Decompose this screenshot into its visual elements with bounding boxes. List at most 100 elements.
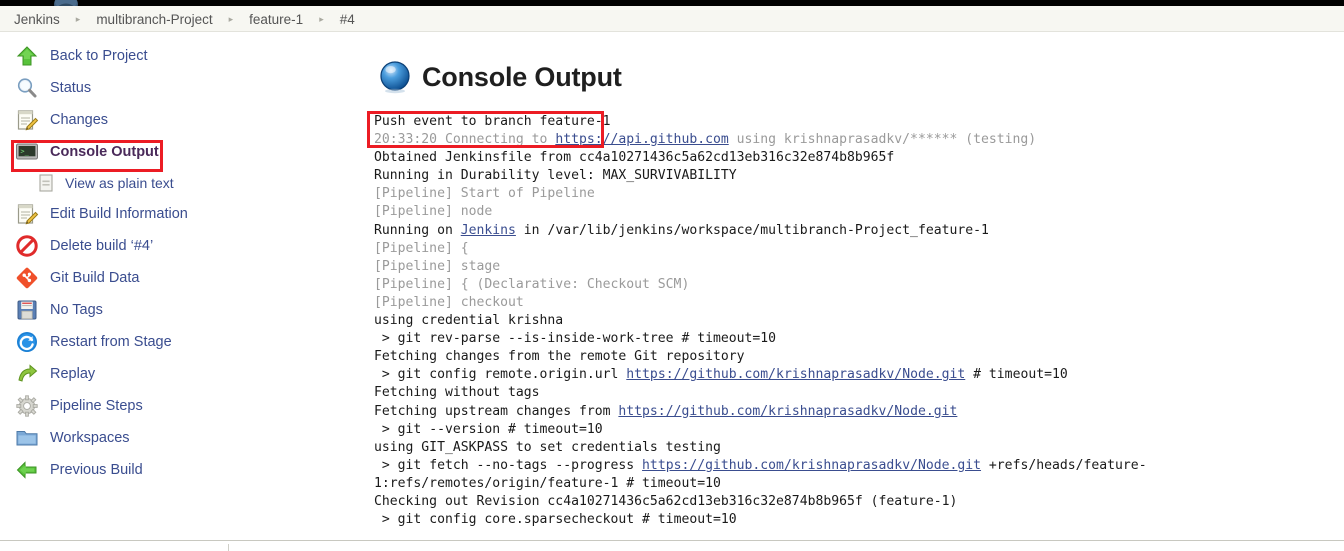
sidebar-item-label: No Tags [50, 302, 103, 318]
console-text: > git rev-parse --is-inside-work-tree # … [374, 331, 777, 347]
blue-ball-icon [378, 60, 412, 94]
breadcrumb: Jenkins ▸ multibranch-Project ▸ feature-… [12, 6, 357, 32]
sidebar-item-label: Console Output [50, 144, 159, 160]
console-text: [Pipeline] Start of Pipeline [374, 186, 595, 202]
console-line: > git --version # timeout=10 [374, 421, 1344, 439]
breadcrumb-item-jenkins[interactable]: Jenkins [12, 12, 62, 27]
sidebar-item-pipeline-steps[interactable]: Pipeline Steps [0, 390, 360, 422]
no-entry-icon [15, 234, 39, 258]
console-line: [Pipeline] { (Declarative: Checkout SCM) [374, 276, 1344, 294]
sidebar-item-no-tags[interactable]: No Tags [0, 294, 360, 326]
sidebar-item-edit-build-information[interactable]: Edit Build Information [0, 198, 360, 230]
console-output-panel: Console Output Push event to branch feat… [370, 55, 1344, 542]
console-text: > git fetch --no-tags --progress [374, 457, 643, 473]
console-text: Checking out Revision cc4a10271436c5a62c… [374, 493, 958, 509]
console-text: [Pipeline] stage [374, 258, 501, 274]
sidebar-item-label: Previous Build [50, 462, 143, 478]
console-link[interactable]: https://github.com/krishnaprasadkv/Node.… [618, 404, 957, 419]
restart-circle-icon [15, 330, 39, 354]
svg-text:>_: >_ [20, 148, 29, 156]
console-output-text: Push event to branch feature-1 20:33:20 … [374, 113, 1344, 529]
console-line: [Pipeline] stage [374, 258, 1344, 276]
floppy-disk-icon [15, 298, 39, 322]
breadcrumb-item-multibranch-project[interactable]: multibranch-Project [94, 12, 214, 27]
console-link[interactable]: Jenkins [461, 223, 516, 238]
console-link[interactable]: https://github.com/krishnaprasadkv/Node.… [626, 367, 965, 382]
magnifier-icon [15, 76, 39, 100]
console-text: Fetching changes from the remote Git rep… [374, 349, 745, 365]
sidebar-item-replay[interactable]: Replay [0, 358, 360, 390]
sidebar-item-git-build-data[interactable]: Git Build Data [0, 262, 360, 294]
gear-icon [15, 394, 39, 418]
console-text: > git --version # timeout=10 [374, 421, 603, 437]
terminal-icon: >_ [15, 140, 39, 164]
sidebar-item-label: Restart from Stage [50, 334, 172, 350]
sidebar-item-label: Pipeline Steps [50, 398, 143, 414]
sidebar-item-changes[interactable]: Changes [0, 104, 360, 136]
console-line: [Pipeline] { [374, 240, 1344, 258]
bottom-divider [0, 540, 1344, 541]
sidebar-item-label: Back to Project [50, 48, 148, 64]
console-text: > git config remote.origin.url [374, 367, 627, 383]
folder-icon [15, 426, 39, 450]
document-icon [36, 173, 56, 193]
sidebar-item-console-output[interactable]: >_ Console Output [0, 136, 360, 168]
console-line: > git rev-parse --is-inside-work-tree # … [374, 330, 1344, 348]
breadcrumb-separator-icon: ▸ [75, 14, 81, 24]
console-line: Obtained Jenkinsfile from cc4a10271436c5… [374, 149, 1344, 167]
console-text: [Pipeline] node [374, 204, 493, 220]
console-text: [Pipeline] checkout [374, 294, 524, 310]
breadcrumb-item-feature-1[interactable]: feature-1 [247, 12, 305, 27]
console-line: Running on Jenkins in /var/lib/jenkins/w… [374, 222, 1344, 240]
console-line: Fetching without tags [374, 384, 1344, 402]
sidebar-item-label: View as plain text [65, 175, 174, 191]
sidebar-item-previous-build[interactable]: Previous Build [0, 454, 360, 486]
console-link[interactable]: https://github.com/krishnaprasadkv/Node.… [642, 458, 981, 473]
sidebar: Back to Project Status Changes >_ Consol… [0, 40, 360, 486]
console-line: Running in Durability level: MAX_SURVIVA… [374, 167, 1344, 185]
sidebar-item-label: Replay [50, 366, 96, 382]
page-title-text: Console Output [422, 61, 622, 92]
console-line: Checking out Revision cc4a10271436c5a62c… [374, 493, 1344, 511]
console-text: [Pipeline] { (Declarative: Checkout SCM) [374, 276, 690, 292]
sidebar-item-back-to-project[interactable]: Back to Project [0, 40, 360, 72]
console-text: Push event to branch feature-1 [374, 114, 611, 129]
console-text: Running in Durability level: MAX_SURVIVA… [374, 168, 737, 184]
console-text: [Pipeline] { [374, 240, 469, 256]
console-text: Fetching upstream changes from [374, 403, 619, 419]
sidebar-item-view-as-plain-text[interactable]: View as plain text [0, 168, 360, 198]
console-line: Fetching changes from the remote Git rep… [374, 348, 1344, 366]
notepad-pencil-icon [15, 202, 39, 226]
sidebar-item-label: Git Build Data [50, 270, 140, 286]
console-text: > git config core.sparsecheckout # timeo… [374, 512, 737, 528]
breadcrumb-item-build-number[interactable]: #4 [338, 12, 357, 27]
sidebar-item-status[interactable]: Status [0, 72, 360, 104]
breadcrumb-separator-icon: ▸ [228, 14, 234, 24]
console-text: using krishnaprasadkv/****** (testing) [728, 132, 1037, 148]
left-arrow-icon [15, 458, 39, 482]
sidebar-item-label: Workspaces [50, 430, 130, 446]
sidebar-item-label: Delete build ‘#4’ [50, 238, 154, 254]
sidebar-item-delete-build[interactable]: Delete build ‘#4’ [0, 230, 360, 262]
console-text: # timeout=10 [965, 367, 1068, 383]
console-link[interactable]: https://api.github.com [555, 132, 728, 147]
console-line: [Pipeline] node [374, 203, 1344, 221]
console-line: using credential krishna [374, 312, 1344, 330]
replay-arrow-icon [15, 362, 39, 386]
console-line: using GIT_ASKPASS to set credentials tes… [374, 439, 1344, 457]
breadcrumb-bar: Jenkins ▸ multibranch-Project ▸ feature-… [0, 6, 1344, 32]
console-line: > git fetch --no-tags --progress https:/… [374, 457, 1344, 493]
breadcrumb-separator-icon: ▸ [319, 14, 324, 24]
up-arrow-icon [15, 44, 39, 68]
console-line: Fetching upstream changes from https://g… [374, 403, 1344, 421]
console-text: using credential krishna [374, 313, 564, 329]
sidebar-item-restart-from-stage[interactable]: Restart from Stage [0, 326, 360, 358]
sidebar-item-workspaces[interactable]: Workspaces [0, 422, 360, 454]
git-diamond-icon [15, 266, 39, 290]
console-text: Obtained Jenkinsfile from cc4a10271436c5… [374, 150, 895, 166]
notepad-pencil-icon [15, 108, 39, 132]
console-line: 20:33:20 Connecting to https://api.githu… [374, 131, 1344, 149]
console-text: Running on [374, 222, 461, 238]
console-line: [Pipeline] Start of Pipeline [374, 185, 1344, 203]
console-line: > git config remote.origin.url https://g… [374, 366, 1344, 384]
